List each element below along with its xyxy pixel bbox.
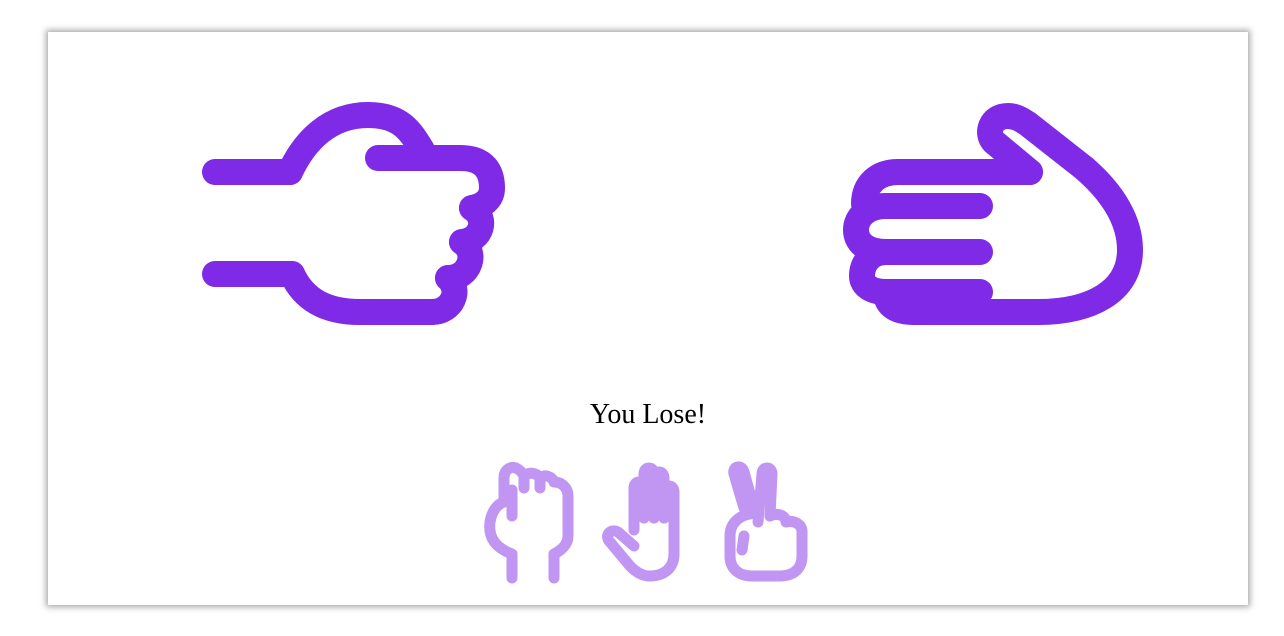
result-text: You Lose!	[589, 399, 707, 430]
rock-button[interactable]	[478, 460, 578, 584]
paper-button[interactable]	[598, 460, 698, 584]
computer-open-hand-icon	[843, 103, 1143, 325]
choice-buttons	[478, 460, 818, 584]
victory-hand-icon	[724, 461, 808, 582]
fist-icon	[484, 462, 574, 584]
player-fist-icon	[202, 102, 505, 325]
raised-hand-icon	[602, 462, 680, 582]
game-board: You Lose!	[48, 32, 1248, 605]
scissors-button[interactable]	[718, 460, 818, 584]
